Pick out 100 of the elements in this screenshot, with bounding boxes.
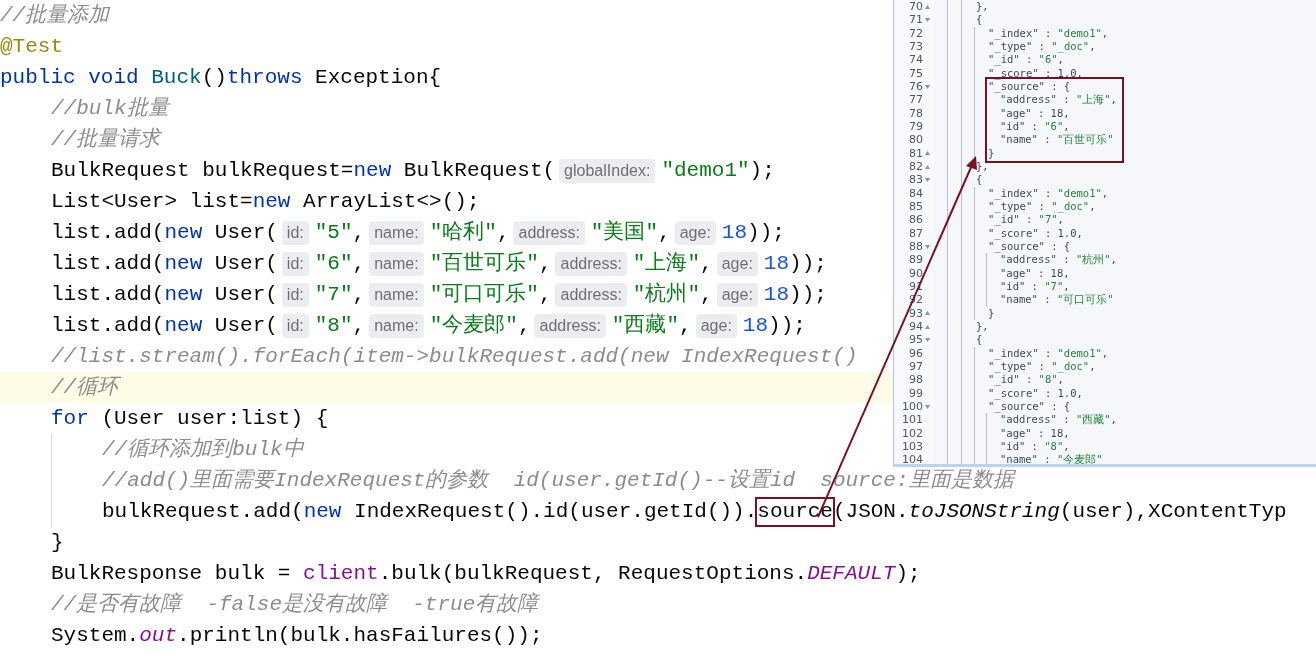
json-line: }, [976,319,989,334]
json-line: { [976,173,983,187]
json-line: } [988,306,995,320]
caret-down-icon[interactable] [925,18,930,22]
json-line: "_id" : "7", [988,213,1064,227]
line-number: 71 [909,13,923,27]
parameter-hint: address: [513,220,585,245]
caret-up-icon[interactable] [925,164,930,169]
parameter-hint: name: [369,251,424,276]
parameter-hint: name: [369,220,424,245]
line-number: 99 [909,386,923,400]
parameter-hint: id: [281,313,309,338]
line-number: 77 [909,93,923,107]
line-number: 100 [902,400,923,413]
line-number: 79 [909,120,923,134]
parameter-hint: id: [281,251,309,276]
json-line: "name" : "今麦郎" [1000,453,1103,464]
line-number: 96 [909,346,923,360]
json-line: "_id" : "6", [988,53,1064,67]
code-line: List<User> list=new ArrayList<>(); [51,188,480,215]
code-text: "西藏", [611,312,692,339]
json-line: "_source" : { [988,79,1071,94]
code-text: "7", [314,281,366,308]
code-text: "杭州", [632,281,713,308]
line-number: 94 [909,320,923,334]
parameter-hint: address: [555,251,627,276]
line-number: 85 [909,200,923,214]
json-line: "address" : "西藏", [1000,413,1117,427]
parameter-hint: id: [281,220,309,245]
code-text: "可口可乐", [429,281,552,308]
line-number: 88 [909,240,923,254]
parameter-hint: age: [716,251,758,276]
json-line: "address" : "杭州", [1000,253,1117,267]
caret-down-icon[interactable] [925,84,930,89]
line-number: 95 [909,333,923,347]
json-line: "_id" : "8", [988,373,1064,387]
code-text: "哈利", [429,219,510,246]
code-text: "5", [314,219,366,246]
code-text: list.add(new User( [51,281,278,308]
code-line: public void Buck()throws Exception{ [0,64,442,91]
line-number: 84 [909,186,923,200]
json-line: "id" : "8", [1000,439,1070,454]
code-text: bulkRequest.add(new IndexRequest().id(user.getId()). [102,498,758,525]
line-number: 86 [909,213,923,227]
json-line: "name" : "百世可乐" [1000,133,1114,147]
line-number: 93 [909,306,923,320]
code-line: //批量请求 [51,126,161,153]
json-line: "address" : "上海", [1000,93,1117,107]
caret-down-icon[interactable] [925,404,930,409]
code-text: 18)); [742,312,806,339]
caret-up-icon[interactable] [925,4,930,9]
code-line: //是否有故障 -false是没有故障 -true有故障 [51,591,539,618]
code-text: list.add(new User( [51,219,278,246]
json-line: "age" : 18, [1000,106,1070,120]
caret-down-icon[interactable] [925,177,930,182]
caret-up-icon[interactable] [925,311,930,316]
json-line: "id" : "6", [1000,119,1070,134]
code-line: BulkResponse bulk = client.bulk(bulkRequest, RequestOptions.DEFAULT); [51,560,921,587]
code-line: } [51,529,64,556]
code-line: System.out.println(bulk.hasFailures()); [51,622,543,649]
json-line: }, [976,0,989,14]
parameter-hint: age: [716,282,758,307]
code-text: list.add(new User( [51,312,278,339]
json-line: "_type" : "_doc", [988,359,1096,374]
json-line: }, [976,159,989,174]
parameter-hint: age: [695,313,737,338]
code-text: "6", [314,250,366,277]
parameter-hint: id: [281,282,309,307]
line-number: 82 [909,160,923,174]
line-number: 104 [902,453,923,464]
code-text: "今麦郎", [429,312,531,339]
caret-up-icon[interactable] [925,324,930,329]
line-number: 76 [909,80,923,94]
json-line: "age" : 18, [1000,426,1070,440]
line-number: 101 [902,413,923,427]
code-line: @Test [0,33,63,60]
caret-up-icon[interactable] [925,151,930,156]
json-line: "age" : 18, [1000,266,1070,280]
line-number: 103 [902,440,923,453]
line-number: 75 [909,66,923,80]
json-line: { [976,333,983,347]
line-number: 83 [909,173,923,187]
json-line: "name" : "可口可乐" [1000,293,1114,307]
line-number: 80 [909,133,923,147]
json-line: "_score" : 1.0, [988,66,1083,80]
line-number: 87 [909,226,923,240]
json-line: "_source" : { [988,239,1071,254]
caret-down-icon[interactable] [925,244,930,249]
code-line: //list.stream().forEach(item->bulkRequest.add(new IndexRequest() [51,343,858,370]
line-number: 78 [909,106,923,120]
code-line: //批量添加 [0,2,110,29]
parameter-hint: age: [674,220,716,245]
json-line: "_index" : "demo1", [988,26,1109,40]
code-text: (JSON.toJSONString(user),XContentTyp [832,498,1287,525]
json-line: "_index" : "demo1", [988,186,1109,200]
caret-down-icon[interactable] [925,337,930,342]
line-number: 98 [909,373,923,387]
code-line: //bulk批量 [51,95,169,122]
line-number: 73 [909,40,923,54]
parameter-hint: address: [534,313,606,338]
